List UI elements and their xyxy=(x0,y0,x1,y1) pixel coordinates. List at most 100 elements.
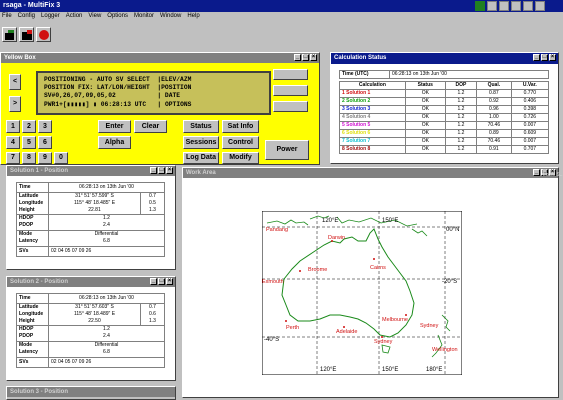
minimize-icon[interactable]: _ xyxy=(533,54,540,61)
key-0[interactable]: 0 xyxy=(54,152,68,164)
yellow-box-titlebar: Yellow Box _ □ × xyxy=(1,53,319,63)
control-button[interactable]: Control xyxy=(222,136,259,149)
arrow-right-button[interactable]: > xyxy=(9,96,21,112)
height-error: 1.3 xyxy=(149,207,156,213)
city-label: Adelaide xyxy=(336,329,357,335)
city-label: Darwin xyxy=(328,235,345,241)
clear-button[interactable]: Clear xyxy=(134,120,167,133)
cell-uvar: 0.770 xyxy=(510,89,550,98)
soft-key-2[interactable] xyxy=(273,85,308,96)
city-label: Sydney xyxy=(420,323,439,329)
menu-options[interactable]: Options xyxy=(107,13,128,23)
key-9[interactable]: 9 xyxy=(38,152,52,164)
australia-map[interactable]: 120°E 150°E 120°E 150°E 180°E 00°N -20°S… xyxy=(262,211,462,375)
hdop-value: 1.2 xyxy=(103,326,110,332)
col-header: Status xyxy=(404,81,446,90)
key-4[interactable]: 4 xyxy=(6,136,20,149)
solution2-window: Solution 2 - Position _ □ × Time 06:28:1… xyxy=(6,276,176,381)
soft-key-1[interactable] xyxy=(273,69,308,80)
calc-status-body: Time (UTC) 06:28:13 on 13th Jun '00 Calc… xyxy=(331,64,558,163)
close-icon[interactable]: × xyxy=(549,54,556,61)
solution1-body: Time 06:28:13 on 13th Jun '00 Latitude Lo… xyxy=(7,176,175,269)
sat-info-button[interactable]: Sat Info xyxy=(222,120,259,133)
lcd-line: POSITIONING - AUTO SV SELECT |ELEV/AZM xyxy=(44,76,192,83)
city-marker xyxy=(343,326,345,328)
alpha-button[interactable]: Alpha xyxy=(98,136,131,149)
key-7[interactable]: 7 xyxy=(6,152,20,164)
close-icon[interactable]: × xyxy=(166,278,173,285)
pdop-value: 2.4 xyxy=(103,222,110,228)
menu-window[interactable]: Window xyxy=(160,13,181,23)
key-3[interactable]: 3 xyxy=(38,120,52,133)
cell-uvar: 0.007 xyxy=(510,137,550,146)
work-area-titlebar: Work Area _ □ × xyxy=(183,168,558,178)
lon-tick-label: 120°E xyxy=(320,367,336,373)
arrow-left-button[interactable]: < xyxy=(9,74,21,90)
close-icon[interactable]: × xyxy=(310,54,317,61)
maximize-icon[interactable]: □ xyxy=(541,54,548,61)
svs-value: 02 04 05 07 09 26 xyxy=(48,246,165,257)
tool-device-icon[interactable] xyxy=(19,27,34,42)
status-button[interactable]: Status xyxy=(183,120,219,133)
maximize-icon[interactable]: □ xyxy=(158,278,165,285)
menu-view[interactable]: View xyxy=(88,13,101,23)
cell-qual: 0.89 xyxy=(476,129,512,138)
tray-icon[interactable] xyxy=(499,1,509,11)
tool-record-icon[interactable] xyxy=(36,27,51,42)
key-1[interactable]: 1 xyxy=(6,120,20,133)
maximize-icon[interactable]: □ xyxy=(158,167,165,174)
minimize-icon[interactable]: _ xyxy=(533,169,540,176)
key-5[interactable]: 5 xyxy=(22,136,36,149)
menu-help[interactable]: Help xyxy=(187,13,199,23)
yellow-panel: < > POSITIONING - AUTO SV SELECT |ELEV/A… xyxy=(1,63,319,164)
power-button[interactable]: Power xyxy=(265,140,309,160)
cell-uvar: 0.707 xyxy=(510,145,550,154)
height-value: 22.50 xyxy=(88,318,101,324)
tray-icon[interactable] xyxy=(523,1,533,11)
key-6[interactable]: 6 xyxy=(38,136,52,149)
cell-dop: 1.2 xyxy=(444,105,478,114)
maximize-icon[interactable]: □ xyxy=(302,54,309,61)
menu-logger[interactable]: Logger xyxy=(41,13,60,23)
minimize-icon[interactable]: _ xyxy=(150,278,157,285)
cell-uvar: 0.609 xyxy=(510,129,550,138)
key-8[interactable]: 8 xyxy=(22,152,36,164)
col-header: Calculation xyxy=(339,81,406,90)
tool-open-icon[interactable] xyxy=(2,27,17,42)
lon-value: 115° 48' 18.489" E xyxy=(73,311,116,317)
height-label: Height xyxy=(19,318,35,324)
mode-value: Differential xyxy=(94,231,119,237)
tray-icon[interactable] xyxy=(535,1,545,11)
menu-monitor[interactable]: Monitor xyxy=(134,13,154,23)
city-label: Broome xyxy=(308,267,327,273)
soft-key-3[interactable] xyxy=(273,101,308,112)
key-2[interactable]: 2 xyxy=(22,120,36,133)
lat-value: 31° 51' 57.599" S xyxy=(75,193,114,199)
hdop-label: HDOP xyxy=(19,215,34,221)
latency-value: 6.8 xyxy=(103,238,110,244)
menu-file[interactable]: File xyxy=(2,13,12,23)
menu-action[interactable]: Action xyxy=(66,13,83,23)
modify-button[interactable]: Modify xyxy=(222,152,259,164)
cell-status: OK xyxy=(404,97,446,106)
lcd-line: PWR1+[▮▮▮▮▮] ▮ 06:28:13 UTC | OPTIONS xyxy=(44,100,192,108)
sessions-button[interactable]: Sessions xyxy=(183,136,219,149)
lon-tick-label: 180°E xyxy=(426,367,442,373)
cell-uvar: 0.007 xyxy=(510,121,550,130)
tray-icon[interactable] xyxy=(511,1,521,11)
close-icon[interactable]: × xyxy=(166,167,173,174)
minimize-icon[interactable]: _ xyxy=(294,54,301,61)
calc-status-titlebar: Calculation Status _ □ × xyxy=(331,53,558,64)
col-header: U.Var. xyxy=(510,81,550,90)
minimize-icon[interactable]: _ xyxy=(150,167,157,174)
menu-config[interactable]: Config xyxy=(18,13,35,23)
toolbar xyxy=(2,27,51,42)
log-data-button[interactable]: Log Data xyxy=(183,152,219,164)
cell-dop: 1.2 xyxy=(444,113,478,122)
table-row: 6 Solution 6 OK 1.2 0.89 0.609 xyxy=(339,129,550,138)
cell-dop: 1.2 xyxy=(444,137,478,146)
enter-button[interactable]: Enter xyxy=(98,120,131,133)
tray-app-icon[interactable] xyxy=(475,1,485,11)
table-row: 5 Solution 5 OK 1.2 70.46 0.007 xyxy=(339,121,550,130)
tray-icon[interactable] xyxy=(487,1,497,11)
